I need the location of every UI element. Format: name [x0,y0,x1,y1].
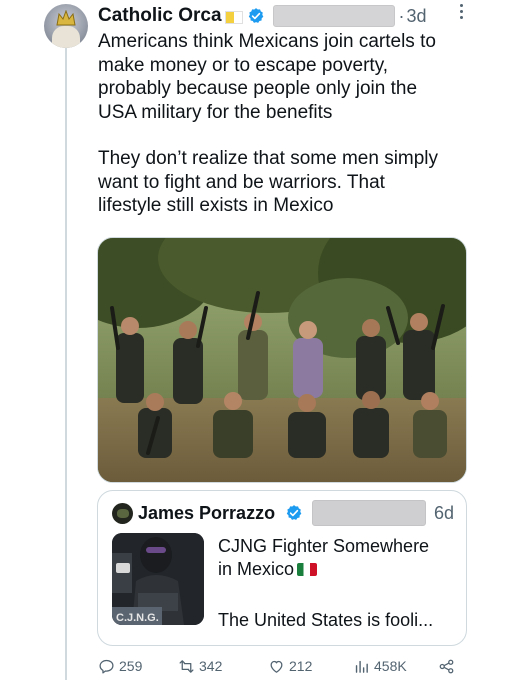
thread-line [65,48,67,680]
quoted-author-avatar[interactable] [112,503,133,524]
time-separator: · [398,5,405,26]
redacted-handle [272,5,395,27]
tweet-actions: 259 342 212 458K [98,655,468,677]
retweet-count: 342 [199,658,223,674]
quoted-tweet-time[interactable]: 6d [434,503,454,524]
vatican-flag-icon [224,10,243,24]
quoted-tweet-thumbnail[interactable]: C.J.N.G. [112,533,204,625]
quoted-tweet-text: CJNG Fighter Somewhere in Mexico The Uni… [218,535,458,632]
quoted-tweet[interactable]: James Porrazzo 6d C.J.N.G. CJNG Fighter … [97,490,467,646]
quoted-text-line-1: CJNG Fighter Somewhere [218,536,430,556]
photo-group-of-armed-men-in-jungle [98,238,466,482]
verified-badge-icon [285,504,303,522]
reply-button[interactable]: 259 [98,658,142,675]
views-button[interactable]: 458K [353,658,407,675]
tweet-text: Americans think Mexicans join cartels to… [98,30,470,218]
retweet-button[interactable]: 342 [178,658,222,675]
avatar-robe [52,26,80,48]
thumb-caption: C.J.N.G. [116,612,159,624]
quoted-text-line-3: The United States is fooli... [218,610,434,630]
tweet-paragraph-2: They don’t realize that some men simply … [98,148,439,216]
like-button[interactable]: 212 [268,658,312,675]
quoted-text-gap [218,581,458,609]
views-bar-chart-icon [355,660,368,673]
verified-badge-icon [247,7,265,25]
share-button[interactable] [438,658,459,675]
heart-icon [270,660,283,673]
like-count: 212 [289,658,313,674]
share-icon [439,659,454,673]
quoted-text-line-2: in Mexico [218,559,295,579]
more-options-icon[interactable] [458,4,464,22]
mexico-flag-icon [297,563,318,576]
papal-tiara-icon [56,10,76,26]
quoted-author-name[interactable]: James Porrazzo [138,503,275,524]
redacted-quoted-handle [312,500,426,526]
masked-fighter-thumbnail-icon: C.J.N.G. [112,533,204,625]
reply-icon [99,659,114,674]
views-count: 458K [374,658,407,674]
quoted-text-line-2-wrap: in Mexico [218,558,458,581]
tweet-photo[interactable] [97,237,467,483]
reply-count: 259 [119,658,143,674]
tweet-paragraph-1: Americans think Mexicans join cartels to… [98,31,436,123]
author-name[interactable]: Catholic Orca [98,5,222,27]
retweet-icon [179,659,194,673]
tweet-header: Catholic Orca · 3d [98,4,468,28]
author-avatar[interactable] [44,4,88,48]
tweet-time[interactable]: 3d [407,6,427,27]
